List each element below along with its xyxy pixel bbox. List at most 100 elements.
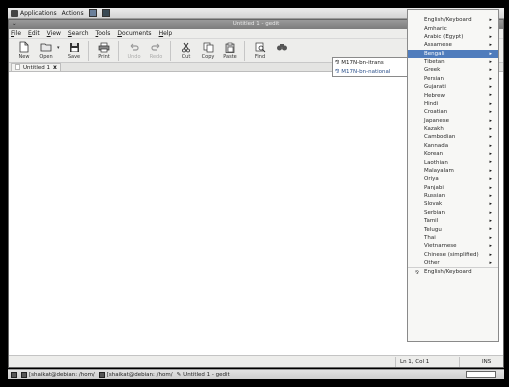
menu-item-persian[interactable]: Persian ▸ bbox=[408, 75, 498, 83]
task-label: Untitled 1 - gedit bbox=[183, 371, 230, 378]
terminal-icon bbox=[98, 371, 105, 378]
terminal-launcher-icon[interactable] bbox=[88, 9, 97, 17]
menu-item-bengali[interactable]: Bengali ▸ bbox=[408, 49, 498, 58]
submenu-arrow-icon: ▸ bbox=[489, 226, 492, 233]
show-desktop-icon[interactable] bbox=[11, 371, 17, 378]
menu-search[interactable]: Search bbox=[68, 30, 89, 37]
menu-item-label: English/Keyboard bbox=[424, 17, 472, 24]
menu-item-label: Vietnamese bbox=[424, 243, 457, 250]
window-title: Untitled 1 - gedit bbox=[232, 21, 280, 27]
tab-close-icon[interactable]: x bbox=[53, 64, 57, 71]
workspace-switcher[interactable] bbox=[466, 371, 496, 378]
find-label: Find bbox=[254, 54, 266, 60]
menu-item-greek[interactable]: Greek ▸ bbox=[408, 66, 498, 74]
submenu-arrow-icon: ▸ bbox=[489, 17, 492, 23]
im-option[interactable]: ⅋ M17N-bn-national bbox=[333, 67, 409, 76]
menu-edit[interactable]: Edit bbox=[28, 30, 40, 37]
window-menu-icon[interactable]: ⌄ bbox=[12, 20, 17, 29]
menu-item-kannada[interactable]: Kannada ▸ bbox=[408, 142, 498, 150]
menu-item-label: Cambodian bbox=[424, 134, 456, 141]
binoculars-icon bbox=[276, 41, 288, 53]
task-label: [shaikat@debian: /hom/ bbox=[29, 371, 95, 378]
browser-launcher-icon[interactable] bbox=[101, 9, 110, 17]
submenu-arrow-icon: ▸ bbox=[489, 251, 492, 258]
taskbar-item[interactable]: ✎ Untitled 1 - gedit bbox=[177, 372, 230, 378]
menu-item-amharic[interactable]: Amharic ▸ bbox=[408, 24, 498, 32]
submenu-arrow-icon: ▸ bbox=[489, 218, 492, 224]
menu-item-gujarati[interactable]: Gujarati ▸ bbox=[408, 83, 498, 91]
menu-item-other[interactable]: Other ▸ bbox=[408, 259, 498, 267]
undo-button[interactable]: Undo bbox=[123, 41, 145, 60]
menu-view[interactable]: View bbox=[47, 30, 61, 37]
document-icon bbox=[15, 63, 20, 72]
im-option[interactable]: ⅋ M17N-bn-itrans bbox=[333, 58, 409, 67]
applications-menu[interactable]: Applications bbox=[11, 9, 57, 17]
menu-item-hebrew[interactable]: Hebrew ▸ bbox=[408, 91, 498, 99]
menu-item-label: Bengali bbox=[424, 50, 445, 57]
open-button[interactable]: Open bbox=[35, 41, 57, 60]
redo-button[interactable]: Redo bbox=[145, 41, 167, 60]
cut-button[interactable]: Cut bbox=[175, 41, 197, 60]
print-label: Print bbox=[98, 54, 110, 60]
menu-item-chinese-simplified[interactable]: Chinese (simplified) ▸ bbox=[408, 251, 498, 259]
menu-item-thai[interactable]: Thai ▸ bbox=[408, 234, 498, 242]
menu-item-label: Malayalam bbox=[424, 167, 454, 174]
menu-item-japanese[interactable]: Japanese ▸ bbox=[408, 117, 498, 125]
menu-item-english-keyboard[interactable]: ⅋ English/Keyboard bbox=[408, 267, 498, 276]
menu-item-korean[interactable]: Korean ▸ bbox=[408, 150, 498, 158]
menu-item-cambodian[interactable]: Cambodian ▸ bbox=[408, 133, 498, 141]
taskbar-item[interactable]: [shaikat@debian: /hom/ bbox=[98, 371, 173, 378]
menu-item-assamese[interactable]: Assamese ▸ bbox=[408, 41, 498, 49]
menu-tools[interactable]: Tools bbox=[96, 30, 111, 37]
submenu-arrow-icon: ▸ bbox=[489, 209, 492, 216]
submenu-arrow-icon: ▸ bbox=[489, 184, 492, 191]
menu-item-tibetan[interactable]: Tibetan ▸ bbox=[408, 58, 498, 66]
tab-untitled-1[interactable]: Untitled 1 x bbox=[11, 63, 61, 71]
new-button[interactable]: New bbox=[13, 41, 35, 60]
status-divider bbox=[459, 357, 460, 367]
menu-item-label: Tamil bbox=[424, 218, 439, 225]
menu-item-hindi[interactable]: Hindi ▸ bbox=[408, 100, 498, 108]
menu-item-label: Thai bbox=[424, 234, 436, 241]
menu-help[interactable]: Help bbox=[159, 30, 173, 37]
menu-item-oriya[interactable]: Oriya ▸ bbox=[408, 175, 498, 183]
menu-item-telugu[interactable]: Telugu ▸ bbox=[408, 225, 498, 233]
menu-documents[interactable]: Documents bbox=[117, 30, 151, 37]
menu-item-slovak[interactable]: Slovak ▸ bbox=[408, 200, 498, 208]
menu-file[interactable]: File bbox=[11, 30, 21, 37]
menu-item-english-keyboard[interactable]: English/Keyboard ▸ bbox=[408, 16, 498, 24]
save-button[interactable]: Save bbox=[63, 41, 85, 60]
taskbar-item[interactable]: [shaikat@debian: /hom/ bbox=[21, 371, 95, 378]
paste-label: Paste bbox=[223, 54, 237, 60]
print-button[interactable]: Print bbox=[93, 41, 115, 60]
statusbar: Ln 1, Col 1 INS bbox=[9, 355, 503, 367]
paste-button[interactable]: Paste bbox=[219, 41, 241, 60]
menu-item-label: Arabic (Egypt) bbox=[424, 33, 464, 40]
submenu-arrow-icon: ▸ bbox=[489, 159, 492, 166]
menu-item-label: Korean bbox=[424, 151, 444, 158]
menu-item-arabic-egypt[interactable]: Arabic (Egypt) ▸ bbox=[408, 33, 498, 41]
copy-button[interactable]: Copy bbox=[197, 41, 219, 60]
find-button[interactable]: Find bbox=[249, 41, 271, 60]
insert-mode: INS bbox=[482, 359, 492, 365]
menu-item-serbian[interactable]: Serbian ▸ bbox=[408, 209, 498, 217]
folder-open-icon bbox=[40, 41, 52, 53]
cut-label: Cut bbox=[181, 54, 191, 60]
submenu-arrow-icon: ▸ bbox=[489, 125, 492, 132]
menu-item-tamil[interactable]: Tamil ▸ bbox=[408, 217, 498, 225]
actions-menu[interactable]: Actions bbox=[62, 10, 84, 17]
menu-item-laothian[interactable]: Laothian ▸ bbox=[408, 158, 498, 166]
submenu-arrow-icon: ▸ bbox=[489, 176, 492, 183]
bottom-panel: [shaikat@debian: /hom/ [shaikat@debian: … bbox=[8, 369, 504, 379]
menu-item-malayalam[interactable]: Malayalam ▸ bbox=[408, 167, 498, 175]
submenu-arrow-icon: ▸ bbox=[489, 167, 492, 174]
menu-item-vietnamese[interactable]: Vietnamese ▸ bbox=[408, 242, 498, 250]
menu-item-label: Kazakh bbox=[424, 126, 444, 133]
find-replace-button[interactable] bbox=[271, 41, 293, 54]
menu-item-croatian[interactable]: Croatian ▸ bbox=[408, 108, 498, 116]
submenu-arrow-icon: ▸ bbox=[489, 151, 492, 157]
menu-item-russian[interactable]: Russian ▸ bbox=[408, 192, 498, 200]
menu-item-kazakh[interactable]: Kazakh ▸ bbox=[408, 125, 498, 133]
menu-item-panjabi[interactable]: Panjabi ▸ bbox=[408, 184, 498, 192]
menu-item-label: Oriya bbox=[424, 176, 439, 183]
